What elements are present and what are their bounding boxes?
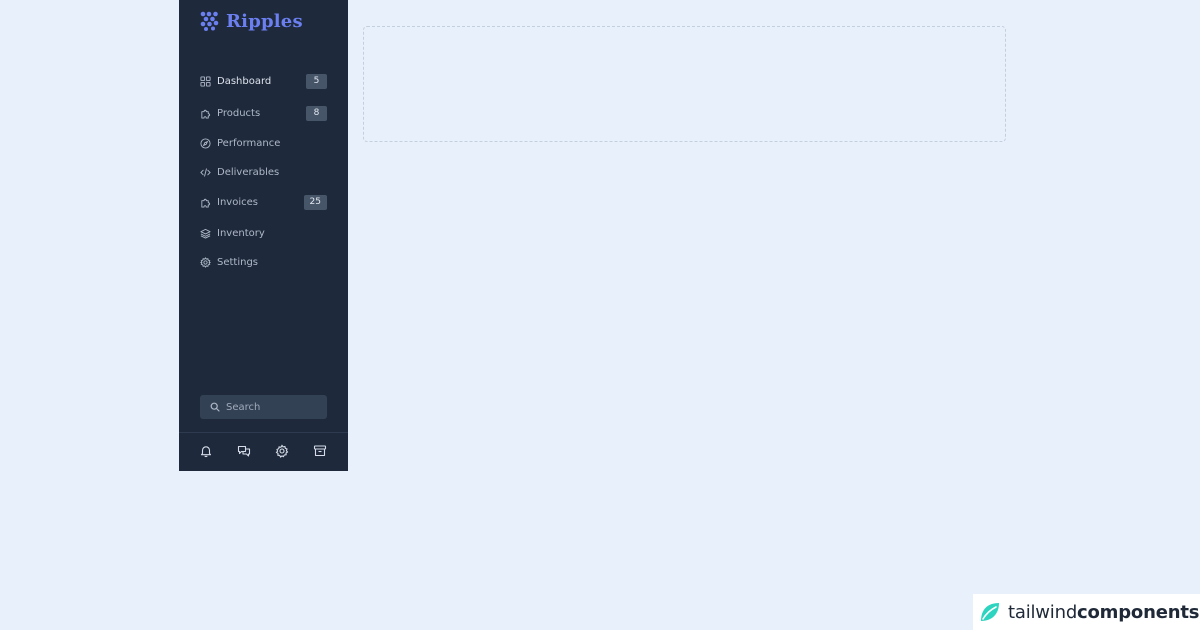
sidebar-item-dashboard[interactable]: Dashboard 5 xyxy=(200,71,327,91)
sidebar-item-invoices[interactable]: Invoices 25 xyxy=(200,192,327,212)
sidebar-item-settings[interactable]: Settings xyxy=(200,252,327,272)
layers-icon xyxy=(200,228,211,239)
bell-icon[interactable] xyxy=(199,444,213,458)
brand-name: Ripples xyxy=(226,10,303,32)
ripples-logo-icon xyxy=(200,11,219,31)
watermark-text: tailwindcomponents xyxy=(1008,602,1199,623)
sidebar-item-label: Deliverables xyxy=(217,166,280,178)
sidebar-item-label: Dashboard xyxy=(217,75,272,87)
sidebar-footer xyxy=(179,444,348,460)
gear-icon[interactable] xyxy=(275,444,289,458)
sidebar-item-performance[interactable]: Performance xyxy=(200,133,327,153)
puzzle-icon xyxy=(200,197,211,208)
sidebar-item-label: Products xyxy=(217,107,261,119)
count-badge: 5 xyxy=(306,73,327,89)
tailwindcomponents-watermark[interactable]: tailwindcomponents xyxy=(973,594,1200,630)
sidebar-item-label: Performance xyxy=(217,137,281,149)
sidebar-divider xyxy=(179,432,348,433)
chat-icon[interactable] xyxy=(237,444,251,458)
search-icon xyxy=(210,402,220,412)
count-badge: 8 xyxy=(306,105,327,121)
content-placeholder xyxy=(363,26,1006,142)
sidebar: Ripples Dashboard 5 Products 8 Performan… xyxy=(179,0,348,471)
count-badge: 25 xyxy=(303,194,327,210)
search-input[interactable] xyxy=(226,401,316,413)
brand-logo[interactable]: Ripples xyxy=(200,10,303,32)
sidebar-item-products[interactable]: Products 8 xyxy=(200,103,327,123)
gear-icon xyxy=(200,256,211,268)
watermark-text-light: tailwind xyxy=(1008,601,1078,623)
sidebar-item-label: Settings xyxy=(217,256,259,268)
archive-icon[interactable] xyxy=(313,444,327,458)
sidebar-item-label: Invoices xyxy=(217,196,258,208)
grid-icon xyxy=(200,75,211,87)
code-icon xyxy=(200,167,211,178)
puzzle-icon xyxy=(200,108,211,119)
search-box[interactable] xyxy=(200,395,327,419)
sidebar-item-label: Inventory xyxy=(217,227,265,239)
sidebar-item-deliverables[interactable]: Deliverables xyxy=(200,162,327,182)
compass-icon xyxy=(200,137,211,149)
sidebar-item-inventory[interactable]: Inventory xyxy=(200,223,327,243)
watermark-text-bold: components xyxy=(1077,601,1200,623)
leaf-logo-icon xyxy=(981,603,999,621)
